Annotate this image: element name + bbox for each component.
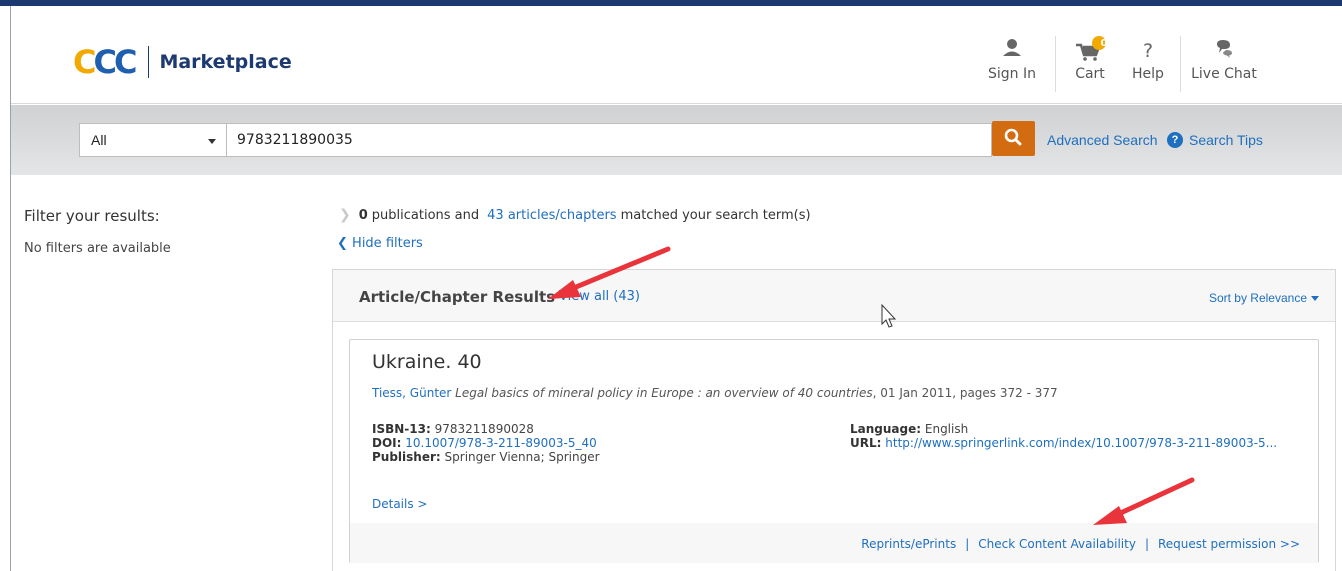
- help-label: Help: [1132, 66, 1164, 82]
- publisher-value: Springer Vienna; Springer: [444, 450, 600, 464]
- language-row: Language: English: [850, 422, 1277, 436]
- header-divider: [1055, 36, 1056, 92]
- chevron-right-icon: ❯: [339, 207, 351, 223]
- cart-label: Cart: [1075, 66, 1105, 82]
- article-count: 43: [487, 207, 504, 223]
- sign-in-label: Sign In: [988, 66, 1036, 82]
- results-title: Article/Chapter Results: [359, 288, 556, 306]
- question-circle-icon: ?: [1167, 132, 1183, 148]
- book-title: Legal basics of mineral policy in Europe…: [455, 386, 873, 400]
- isbn-label: ISBN-13:: [372, 422, 431, 436]
- help-icon: ?: [1143, 40, 1153, 62]
- separator: |: [1144, 537, 1149, 551]
- search-bar: All 9783211890035 Advanced Search ? Sear…: [11, 105, 1342, 175]
- result-actions: Reprints/ePrints | Check Content Availabil…: [861, 537, 1300, 551]
- search-icon: [1004, 128, 1022, 146]
- sort-dropdown[interactable]: Sort by Relevance: [1209, 291, 1319, 305]
- live-chat-button[interactable]: Live Chat: [1189, 36, 1259, 90]
- results-summary: ❯ 0 publications and 43 articles/chapter…: [339, 207, 811, 223]
- logo-divider: [148, 46, 150, 78]
- publications-text: publications and: [371, 207, 480, 223]
- details-link[interactable]: Details >: [372, 497, 427, 511]
- result-citation: Tiess, Günter Legal basics of mineral po…: [372, 386, 1058, 400]
- article-count-link[interactable]: 43 articles/chapters: [487, 208, 616, 223]
- result-title: Ukraine. 40: [372, 351, 482, 373]
- results-panel-header: Article/Chapter Results View all (43) So…: [333, 270, 1335, 322]
- language-value: English: [924, 422, 969, 436]
- no-filters-text: No filters are available: [24, 241, 171, 256]
- search-scope-value: All: [91, 132, 107, 148]
- url-row: URL: http://www.springerlink.com/index/1…: [850, 436, 1277, 450]
- separator: |: [965, 537, 970, 551]
- cart-button[interactable]: 0 Cart: [1065, 36, 1115, 90]
- logo-mark: CCC: [73, 43, 138, 81]
- result-card: Ukraine. 40 Tiess, Günter Legal basics o…: [349, 339, 1319, 563]
- reprints-link[interactable]: Reprints/ePrints: [861, 537, 956, 551]
- sort-label: Sort by Relevance: [1208, 291, 1307, 305]
- search-button[interactable]: [992, 121, 1035, 156]
- user-icon: [1003, 39, 1021, 56]
- ccc-marketplace-logo[interactable]: CCC Marketplace: [73, 46, 292, 78]
- isbn-row: ISBN-13: 9783211890028: [372, 422, 600, 436]
- caret-down-icon: [208, 139, 216, 144]
- search-tips-label: Search Tips: [1189, 132, 1263, 148]
- chevron-left-icon: ❮: [337, 236, 348, 251]
- site-header: CCC Marketplace Sign In 0 Cart ? Help Li…: [11, 6, 1342, 104]
- doi-label: DOI:: [372, 436, 402, 450]
- publication-count: 0: [358, 207, 368, 223]
- sign-in-button[interactable]: Sign In: [982, 36, 1042, 90]
- help-button[interactable]: ? Help: [1125, 36, 1171, 90]
- doi-link[interactable]: 10.1007/978-3-211-89003-5_40: [405, 436, 597, 450]
- header-divider: [1180, 36, 1181, 92]
- live-chat-label: Live Chat: [1191, 66, 1257, 82]
- result-fields-left: ISBN-13: 9783211890028 DOI: 10.1007/978-…: [372, 422, 600, 464]
- search-tips-link[interactable]: ? Search Tips: [1167, 132, 1263, 148]
- author-link[interactable]: Tiess, Günter: [372, 386, 451, 400]
- url-label: URL:: [850, 436, 882, 450]
- cart-count-badge: 0: [1100, 38, 1108, 49]
- caret-down-icon: [1311, 295, 1319, 301]
- filter-title: Filter your results:: [24, 207, 160, 225]
- result-card-footer: Reprints/ePrints | Check Content Availabil…: [350, 523, 1318, 563]
- doi-row: DOI: 10.1007/978-3-211-89003-5_40: [372, 436, 600, 450]
- articles-chapters-text: articles/chapters: [507, 207, 617, 223]
- search-input[interactable]: 9783211890035: [227, 123, 992, 157]
- isbn-value: 9783211890028: [434, 422, 534, 436]
- publication-info: , 01 Jan 2011, pages 372 - 377: [872, 386, 1058, 400]
- result-fields-right: Language: English URL: http://www.spring…: [850, 422, 1277, 450]
- logo-text: Marketplace: [159, 51, 292, 73]
- url-link[interactable]: http://www.springerlink.com/index/10.100…: [885, 436, 1277, 450]
- svg-text:?: ?: [1143, 40, 1153, 62]
- publisher-label: Publisher:: [372, 450, 441, 464]
- search-scope-select[interactable]: All: [79, 123, 227, 157]
- matched-text: matched your search term(s): [620, 207, 811, 223]
- view-all-link[interactable]: View all (43): [559, 289, 640, 304]
- advanced-search-link[interactable]: Advanced Search: [1047, 132, 1158, 148]
- results-panel: Article/Chapter Results View all (43) So…: [332, 269, 1336, 571]
- hide-filters-link[interactable]: ❮ Hide filters: [337, 236, 423, 251]
- language-label: Language:: [850, 422, 922, 436]
- search-query: 9783211890035: [237, 132, 353, 148]
- check-content-availability-link[interactable]: Check Content Availability: [978, 537, 1136, 551]
- hide-filters-label: Hide filters: [352, 236, 423, 251]
- publisher-row: Publisher: Springer Vienna; Springer: [372, 450, 600, 464]
- chat-icon: [1217, 40, 1232, 58]
- request-permission-link[interactable]: Request permission >>: [1158, 537, 1300, 551]
